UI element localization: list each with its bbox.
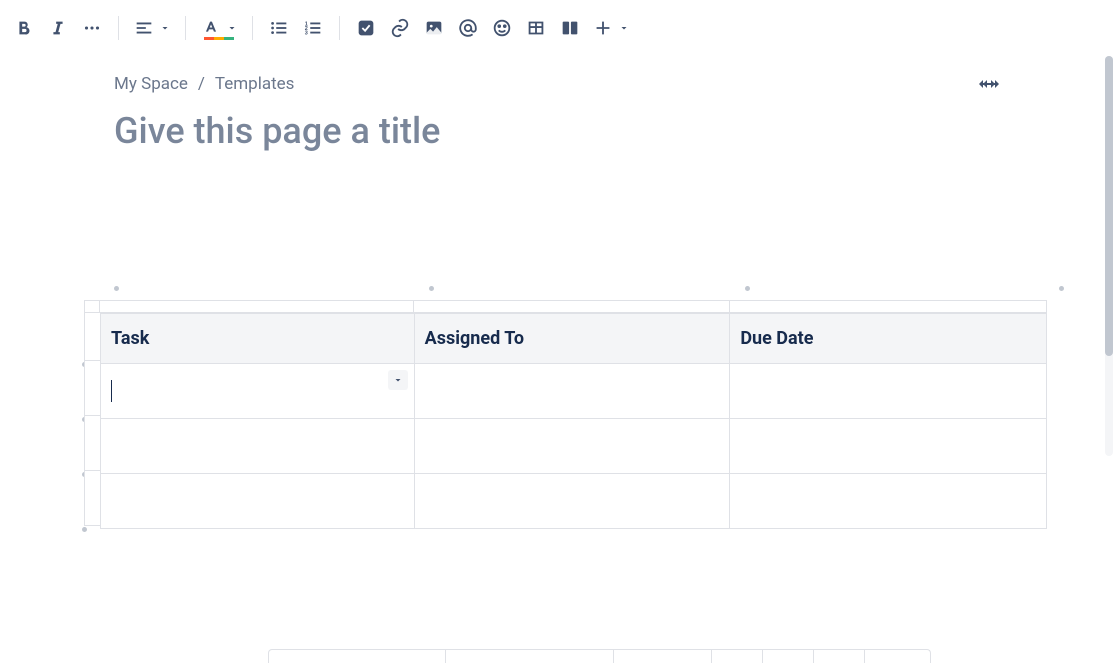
bold-button[interactable] [8, 12, 40, 44]
table-header-due[interactable]: Due Date [730, 314, 1047, 364]
column-handle[interactable] [114, 286, 119, 291]
table-floating-toolbar[interactable] [268, 649, 931, 663]
mention-icon [457, 17, 479, 39]
text-cursor [111, 380, 112, 402]
breadcrumb-item-templates[interactable]: Templates [215, 74, 295, 94]
chevron-down-icon [159, 22, 171, 34]
toolbar-divider [118, 16, 119, 40]
table-cell[interactable] [730, 419, 1047, 474]
select-all-handle[interactable] [84, 301, 100, 312]
table-header-assigned[interactable]: Assigned To [414, 314, 730, 364]
table-cell[interactable] [101, 364, 415, 419]
breadcrumb-item-space[interactable]: My Space [114, 74, 188, 94]
table-icon [525, 17, 547, 39]
table-cell[interactable] [730, 364, 1047, 419]
italic-icon [47, 17, 69, 39]
emoji-button[interactable] [486, 12, 518, 44]
bullet-list-button[interactable] [263, 12, 295, 44]
table-header-task[interactable]: Task [101, 314, 415, 364]
row-selector[interactable] [84, 471, 100, 526]
layouts-button[interactable] [554, 12, 586, 44]
vertical-scrollbar[interactable] [1105, 56, 1113, 456]
toolbar-divider [339, 16, 340, 40]
numbered-list-button[interactable]: 123 [297, 12, 329, 44]
layouts-icon [559, 17, 581, 39]
chevron-down-icon [392, 374, 404, 386]
table-cell[interactable] [730, 474, 1047, 529]
more-formatting-button[interactable] [76, 12, 108, 44]
editor-content: My Space / Templates [0, 56, 1115, 529]
table-row [101, 364, 1047, 419]
page-title [34, 94, 1081, 152]
column-selector[interactable] [100, 301, 414, 312]
row-selector[interactable] [84, 361, 100, 416]
breadcrumb-separator: / [198, 74, 205, 94]
emoji-icon [491, 17, 513, 39]
table-cell[interactable] [414, 364, 730, 419]
bullet-list-icon [268, 17, 290, 39]
svg-text:3: 3 [305, 30, 308, 36]
cell-options-button[interactable] [388, 370, 408, 390]
breadcrumb: My Space / Templates [114, 74, 294, 94]
align-button[interactable] [129, 12, 175, 44]
row-selector[interactable] [84, 416, 100, 471]
mention-button[interactable] [452, 12, 484, 44]
table-button[interactable] [520, 12, 552, 44]
link-icon [389, 17, 411, 39]
numbered-list-icon: 123 [302, 17, 324, 39]
table-cell[interactable] [101, 474, 415, 529]
scrollbar-thumb[interactable] [1105, 56, 1113, 356]
action-item-button[interactable] [350, 12, 382, 44]
column-selector[interactable] [414, 301, 730, 312]
table-cell[interactable] [101, 419, 415, 474]
table-cell[interactable] [414, 419, 730, 474]
column-handle[interactable] [429, 286, 434, 291]
image-button[interactable] [418, 12, 450, 44]
link-button[interactable] [384, 12, 416, 44]
bold-icon [13, 17, 35, 39]
plus-icon [592, 17, 614, 39]
editor-toolbar: 123 [0, 0, 1115, 56]
align-left-icon [133, 17, 155, 39]
chevron-down-icon [226, 22, 238, 34]
italic-button[interactable] [42, 12, 74, 44]
row-selector[interactable] [84, 313, 100, 361]
toolbar-divider [252, 16, 253, 40]
image-icon [423, 17, 445, 39]
title-input[interactable] [114, 110, 1001, 152]
table-row [101, 474, 1047, 529]
text-color-icon [200, 17, 222, 39]
toolbar-divider [185, 16, 186, 40]
insert-button[interactable] [588, 12, 634, 44]
content-table: Task Assigned To Due Date [100, 313, 1047, 529]
expand-width-button[interactable] [977, 76, 1001, 92]
table-cell[interactable] [414, 474, 730, 529]
column-handle[interactable] [745, 286, 750, 291]
column-handle[interactable] [1059, 286, 1064, 291]
table-row [101, 419, 1047, 474]
text-color-button[interactable] [196, 12, 242, 44]
expand-horizontal-icon [977, 76, 1001, 92]
column-selector[interactable] [730, 301, 1047, 312]
checkbox-icon [355, 17, 377, 39]
more-icon [81, 17, 103, 39]
row-handle[interactable] [82, 527, 87, 532]
chevron-down-icon [618, 22, 630, 34]
